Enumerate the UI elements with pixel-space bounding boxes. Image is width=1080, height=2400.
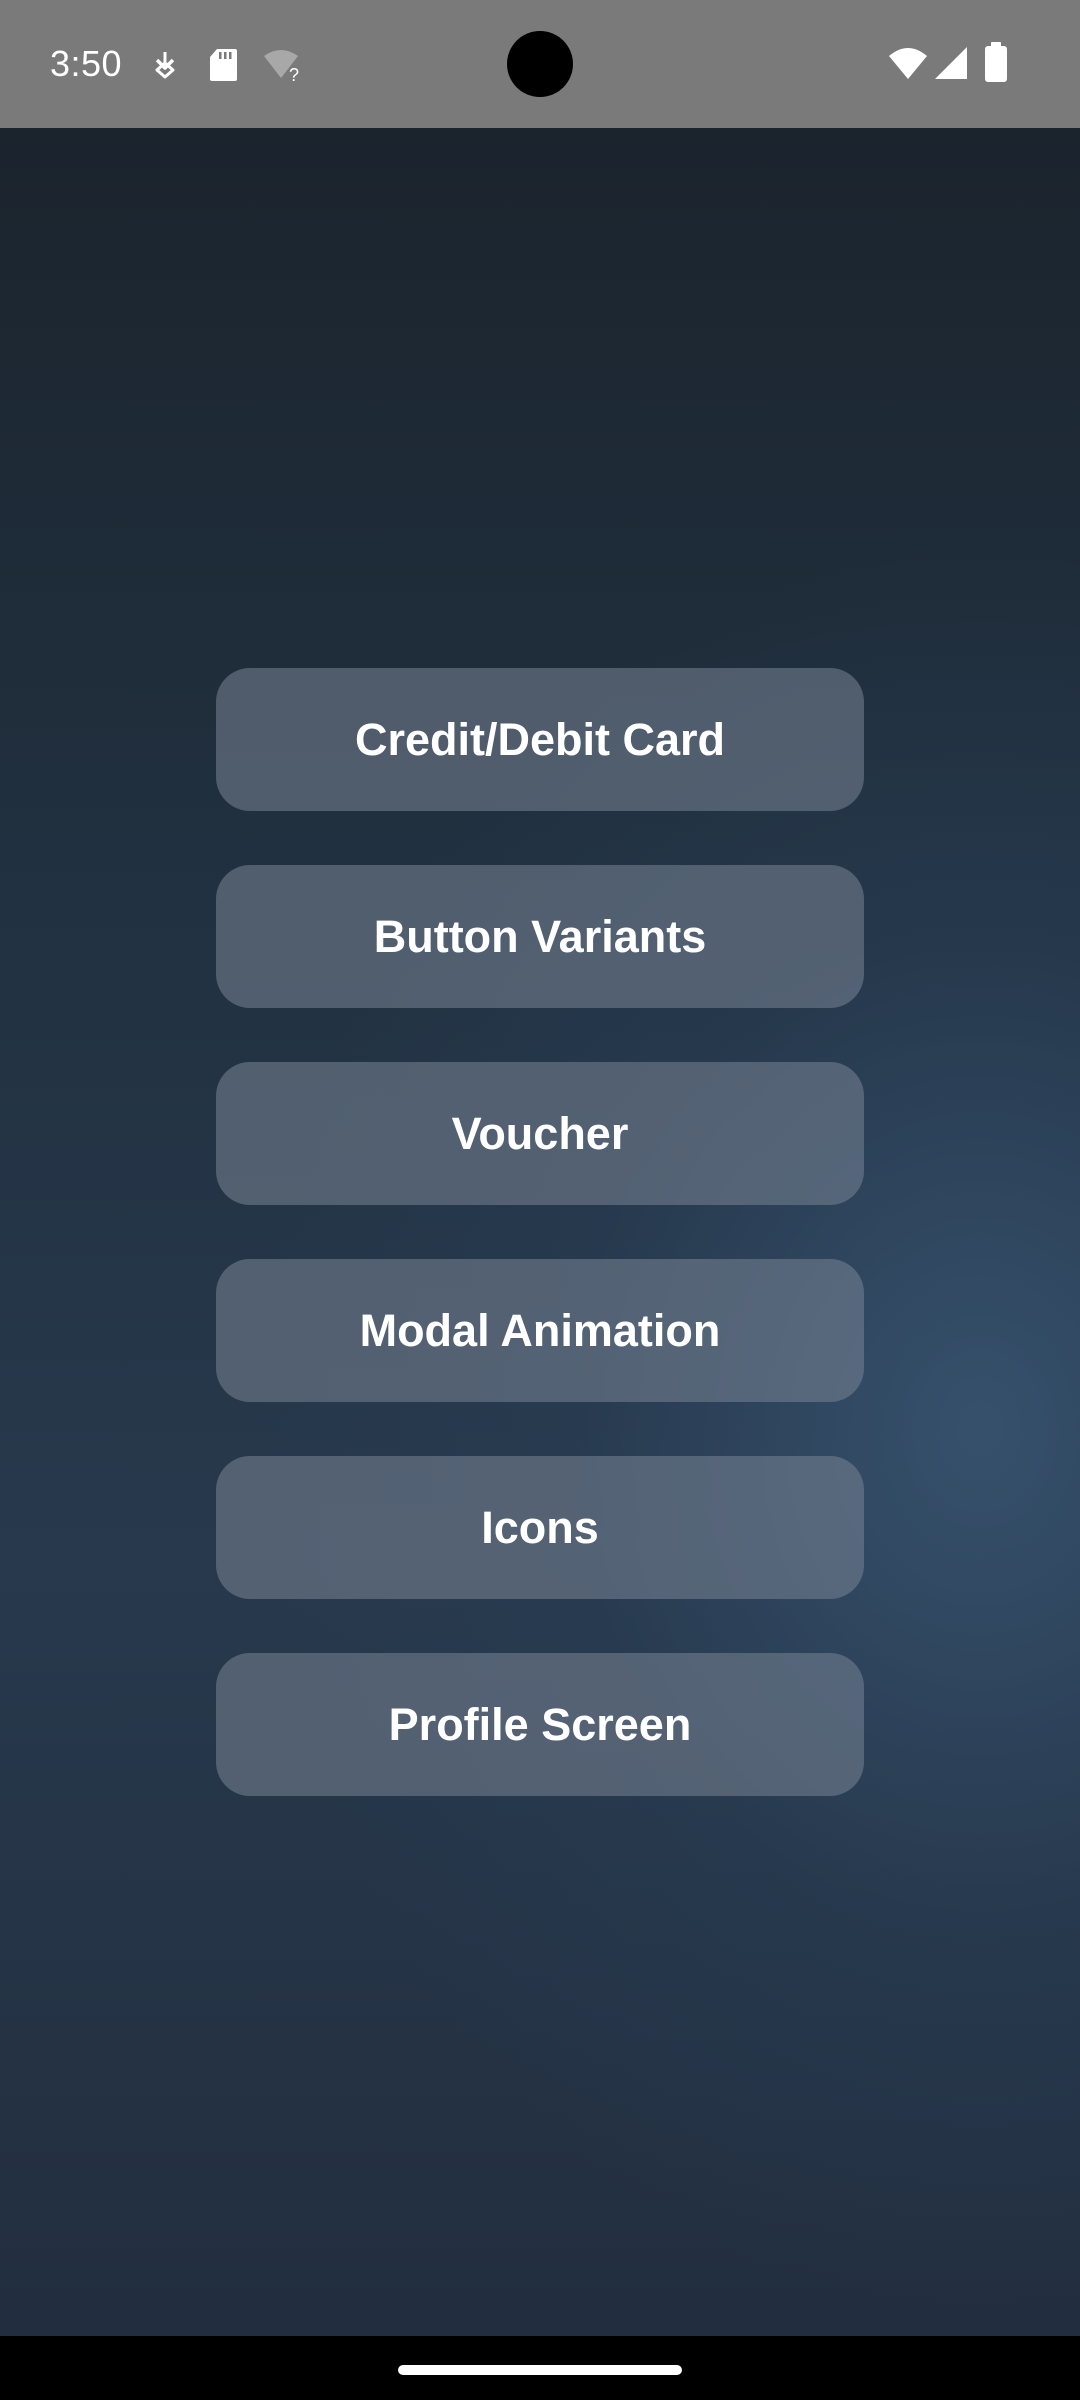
wifi-unknown-icon: ? — [264, 50, 299, 82]
svg-text:?: ? — [289, 65, 299, 82]
main-content: Credit/Debit Card Button Variants Vouche… — [0, 128, 1080, 2336]
voucher-button[interactable]: Voucher — [216, 1062, 864, 1205]
icons-button[interactable]: Icons — [216, 1456, 864, 1599]
profile-screen-button[interactable]: Profile Screen — [216, 1653, 864, 1796]
credit-debit-card-button[interactable]: Credit/Debit Card — [216, 668, 864, 811]
button-variants-button[interactable]: Button Variants — [216, 865, 864, 1008]
menu-list: Credit/Debit Card Button Variants Vouche… — [216, 668, 864, 1850]
home-gesture-handle[interactable] — [398, 2365, 682, 2375]
status-time: 3:50 — [50, 43, 123, 84]
cellular-signal-icon — [935, 47, 967, 79]
camera-cutout — [507, 31, 573, 97]
sd-card-icon — [210, 49, 237, 81]
usb-debug-icon — [155, 52, 175, 79]
status-bar: 3:50 ? — [0, 0, 1080, 128]
modal-animation-button[interactable]: Modal Animation — [216, 1259, 864, 1402]
app-screen: 3:50 ? Credit/Debit Card Button Variants… — [0, 0, 1080, 2400]
wifi-icon — [889, 48, 927, 79]
battery-icon — [985, 42, 1007, 82]
